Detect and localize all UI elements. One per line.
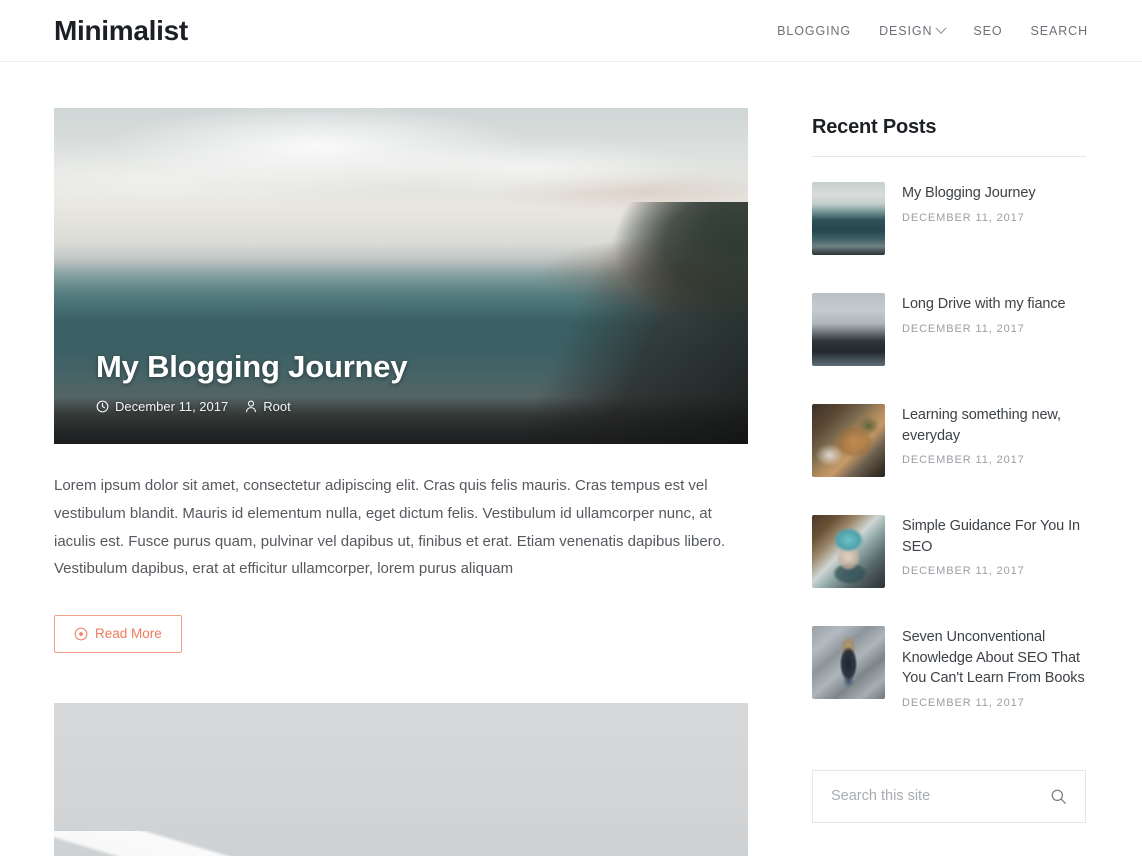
search-submit-button[interactable]	[1042, 788, 1067, 805]
post-thumbnail	[812, 515, 885, 588]
post-body: Seven Unconventional Knowledge About SEO…	[902, 626, 1086, 709]
featured-post-meta: December 11, 2017 Root	[96, 399, 706, 414]
post-thumbnail	[812, 182, 885, 255]
nav-item-blogging[interactable]: BLOGGING	[763, 24, 865, 38]
recent-posts-title: Recent Posts	[812, 116, 1086, 157]
featured-post-card[interactable]: My Blogging Journey December 11, 2017 Ro…	[54, 108, 748, 444]
nav-item-design[interactable]: DESIGN	[865, 22, 959, 38]
clock-icon	[96, 400, 109, 413]
recent-posts-widget: Recent Posts My Blogging Journey DECEMBE…	[812, 116, 1086, 728]
post-title[interactable]: Seven Unconventional Knowledge About SEO…	[902, 627, 1086, 689]
search-input[interactable]	[831, 788, 1042, 805]
featured-post-title[interactable]: My Blogging Journey	[96, 349, 706, 385]
circle-dot-icon	[74, 627, 88, 641]
list-item[interactable]: Seven Unconventional Knowledge About SEO…	[812, 607, 1086, 728]
user-icon	[246, 400, 257, 413]
post-body: Simple Guidance For You In SEO DECEMBER …	[902, 515, 1086, 577]
search-widget	[812, 769, 1086, 823]
post-thumbnail	[812, 404, 885, 477]
main-content: My Blogging Journey December 11, 2017 Ro…	[54, 108, 748, 856]
list-item[interactable]: My Blogging Journey DECEMBER 11, 2017	[812, 163, 1086, 274]
site-header: Minimalist BLOGGING DESIGN SEO SEARCH	[0, 0, 1142, 62]
nav-item-label: DESIGN	[879, 23, 933, 38]
post-title[interactable]: Simple Guidance For You In SEO	[902, 516, 1086, 557]
search-icon	[1051, 789, 1066, 804]
post-date: DECEMBER 11, 2017	[902, 454, 1025, 467]
nav-item-label: BLOGGING	[777, 23, 852, 38]
read-more-button[interactable]: Read More	[54, 615, 182, 653]
featured-post-date-text: December 11, 2017	[115, 399, 229, 414]
list-item[interactable]: Simple Guidance For You In SEO DECEMBER …	[812, 496, 1086, 607]
main-navigation: BLOGGING DESIGN SEO SEARCH	[763, 22, 1089, 38]
post-title[interactable]: My Blogging Journey	[902, 183, 1036, 204]
featured-post-excerpt: Lorem ipsum dolor sit amet, consectetur …	[54, 477, 726, 578]
page-layout: My Blogging Journey December 11, 2017 Ro…	[0, 62, 1142, 856]
nav-item-label: SEO	[973, 23, 1003, 38]
recent-posts-list: My Blogging Journey DECEMBER 11, 2017 Lo…	[812, 163, 1086, 728]
featured-post-date: December 11, 2017	[96, 399, 228, 414]
featured-post-author: Root	[245, 399, 291, 414]
second-post-card[interactable]	[54, 703, 748, 856]
post-body: Long Drive with my fiance DECEMBER 11, 2…	[902, 293, 1066, 335]
featured-post-text: My Blogging Journey December 11, 2017 Ro…	[96, 349, 706, 414]
site-logo[interactable]: Minimalist	[54, 16, 188, 45]
post-date: DECEMBER 11, 2017	[902, 322, 1025, 335]
post-thumbnail	[812, 293, 885, 366]
post-date: DECEMBER 11, 2017	[902, 696, 1025, 709]
read-more-label: Read More	[95, 626, 162, 642]
nav-item-label: SEARCH	[1030, 23, 1088, 38]
nav-item-search[interactable]: SEARCH	[1017, 24, 1089, 38]
list-item[interactable]: Long Drive with my fiance DECEMBER 11, 2…	[812, 274, 1086, 385]
list-item[interactable]: Learning something new, everyday DECEMBE…	[812, 385, 1086, 496]
featured-post-author-text: Root	[263, 399, 291, 414]
post-body: My Blogging Journey DECEMBER 11, 2017	[902, 182, 1036, 224]
post-title[interactable]: Learning something new, everyday	[902, 405, 1086, 446]
nav-item-seo[interactable]: SEO	[959, 24, 1016, 38]
second-post-image	[54, 703, 748, 856]
chevron-down-icon	[935, 22, 948, 34]
post-title[interactable]: Long Drive with my fiance	[902, 294, 1066, 315]
sidebar: Recent Posts My Blogging Journey DECEMBE…	[812, 108, 1086, 856]
search-box[interactable]	[812, 769, 1086, 823]
post-thumbnail	[812, 626, 885, 699]
post-date: DECEMBER 11, 2017	[902, 211, 1025, 224]
post-body: Learning something new, everyday DECEMBE…	[902, 404, 1086, 466]
post-date: DECEMBER 11, 2017	[902, 565, 1025, 578]
